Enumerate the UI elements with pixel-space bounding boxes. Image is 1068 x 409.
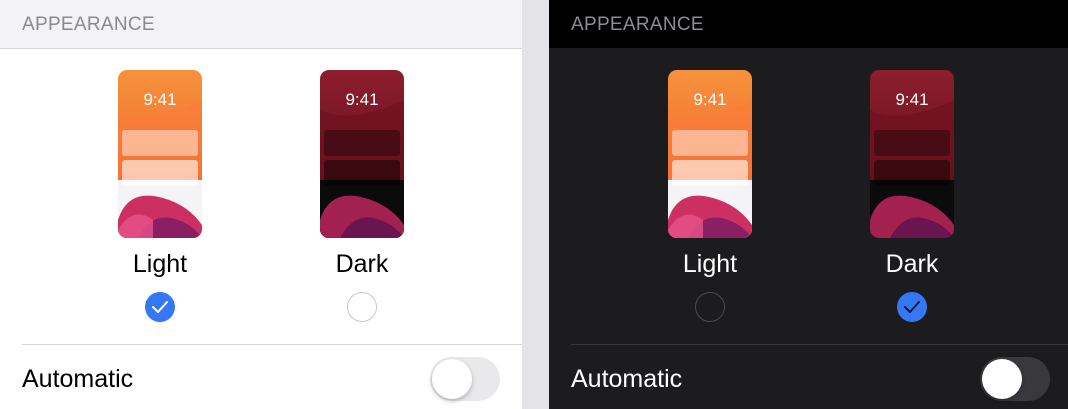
dark-mode-radio-selected[interactable] [897,292,927,322]
light-mode-radio[interactable] [695,292,725,322]
light-mode-preview[interactable]: 9:41 [668,70,752,238]
section-header-title: APPEARANCE [22,14,155,35]
divider [571,344,1068,345]
light-mode-option[interactable]: 9:41 Light [668,70,752,322]
preview-clock: 9:41 [693,90,727,109]
automatic-toggle[interactable] [430,357,500,401]
light-mode-label: Light [132,250,188,278]
automatic-label: Automatic [571,365,683,393]
light-appearance-panel: APPEARANCE 9:41 Light 9:41 Dark Automati… [0,0,522,409]
section-header: APPEARANCE [549,0,1068,48]
light-mode-option[interactable]: 9:41 Light [118,70,202,322]
dark-mode-option[interactable]: 9:41 Dark [870,70,954,322]
automatic-toggle[interactable] [980,357,1050,401]
automatic-label: Automatic [22,365,134,393]
toggle-knob [982,359,1022,399]
light-mode-label: Light [682,250,738,278]
preview-clock: 9:41 [143,90,177,109]
checkmark-icon [904,301,920,313]
toggle-knob [432,359,472,399]
preview-clock: 9:41 [345,90,379,109]
dark-mode-preview[interactable]: 9:41 [320,70,404,238]
dark-mode-option[interactable]: 9:41 Dark [320,70,404,322]
dark-mode-preview[interactable]: 9:41 [870,70,954,238]
light-mode-preview[interactable]: 9:41 [118,70,202,238]
checkmark-icon [152,301,168,313]
light-mode-radio-selected[interactable] [145,292,175,322]
dark-mode-label: Dark [885,250,939,278]
divider [22,344,522,345]
dark-mode-radio[interactable] [347,292,377,322]
section-header: APPEARANCE [0,0,522,49]
panel-separator [522,0,549,409]
dark-appearance-panel: APPEARANCE 9:41 Light 9:41 Dark Automati… [549,0,1068,409]
section-header-title: APPEARANCE [571,14,704,35]
dark-mode-label: Dark [335,250,389,278]
preview-clock: 9:41 [895,90,929,109]
